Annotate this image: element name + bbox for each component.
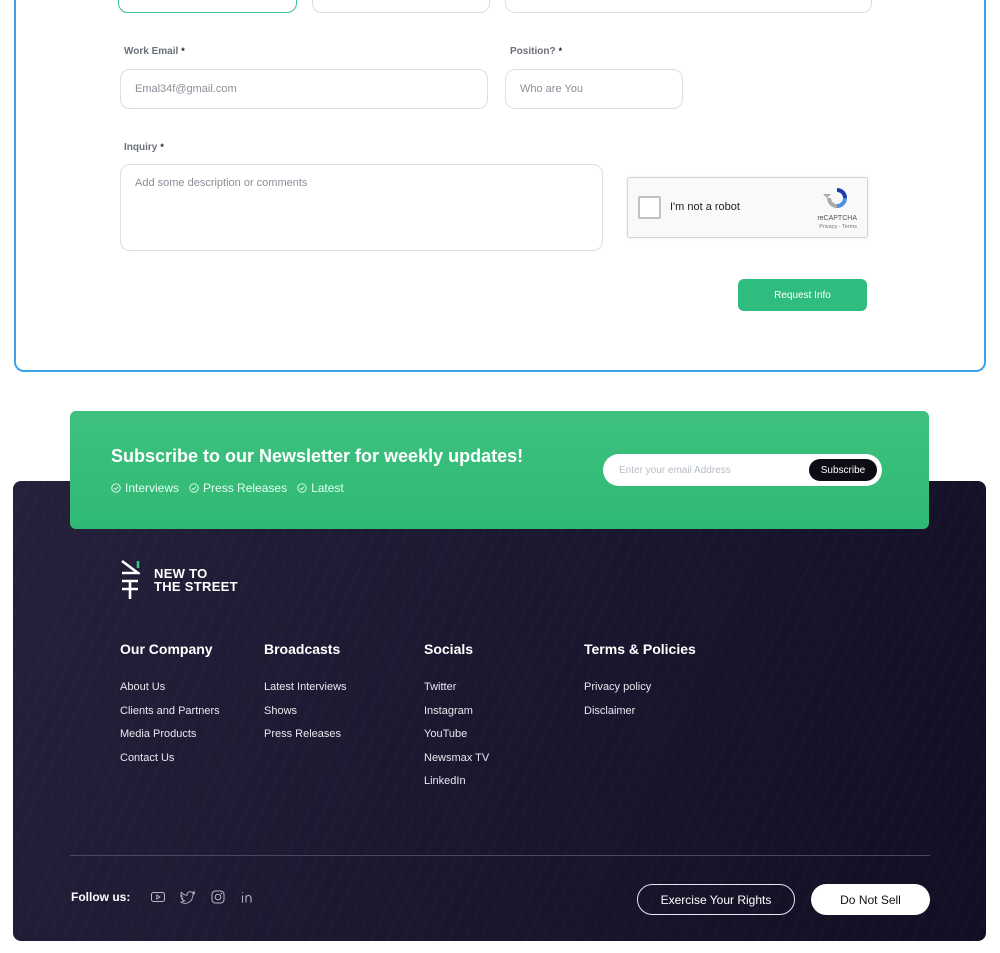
- recaptcha-links[interactable]: Privacy - Terms: [819, 224, 857, 230]
- inquiry-textarea[interactable]: [121, 165, 602, 250]
- check-circle-icon: [297, 483, 307, 493]
- footer-link[interactable]: Disclaimer: [584, 705, 696, 717]
- footer-column-title: Socials: [424, 641, 474, 657]
- footer-link[interactable]: YouTube: [424, 728, 489, 740]
- footer-link[interactable]: Contact Us: [120, 752, 220, 764]
- footer-divider: [70, 855, 930, 856]
- footer-link[interactable]: Clients and Partners: [120, 705, 220, 717]
- newsletter-form: Subscribe: [603, 454, 882, 486]
- last-name-field[interactable]: [312, 0, 490, 13]
- newsletter-email-input[interactable]: [619, 454, 799, 486]
- recaptcha-label: I'm not a robot: [670, 201, 740, 213]
- footer-column-title: Our Company: [120, 641, 213, 657]
- inquiry-label: Inquiry *: [124, 142, 164, 153]
- check-circle-icon: [189, 483, 199, 493]
- follow-us-label: Follow us:: [71, 890, 131, 904]
- check-circle-icon: [111, 483, 121, 493]
- footer-column-broadcasts: Broadcasts Latest Interviews Shows Press…: [264, 641, 347, 752]
- newsletter-banner: Subscribe to our Newsletter for weekly u…: [70, 411, 929, 529]
- linkedin-icon[interactable]: [240, 889, 256, 905]
- footer-link[interactable]: Newsmax TV: [424, 752, 489, 764]
- recaptcha-logo-icon: [823, 188, 847, 208]
- footer-link[interactable]: Latest Interviews: [264, 681, 347, 693]
- newsletter-title: Subscribe to our Newsletter for weekly u…: [111, 446, 524, 466]
- request-info-button[interactable]: Request Info: [738, 279, 867, 311]
- youtube-icon[interactable]: [150, 889, 166, 905]
- recaptcha-brand: reCAPTCHA: [817, 215, 857, 222]
- first-name-field[interactable]: [118, 0, 297, 13]
- company-field[interactable]: [505, 0, 872, 13]
- work-email-input[interactable]: [121, 70, 487, 108]
- newsletter-tag: Press Releases: [189, 481, 287, 495]
- footer-link[interactable]: Shows: [264, 705, 347, 717]
- position-field[interactable]: [505, 69, 683, 109]
- twitter-icon[interactable]: [180, 889, 196, 905]
- footer-link[interactable]: Press Releases: [264, 728, 347, 740]
- subscribe-button[interactable]: Subscribe: [809, 459, 877, 481]
- inquiry-field[interactable]: [120, 164, 603, 251]
- footer-link[interactable]: Instagram: [424, 705, 489, 717]
- footer-link[interactable]: About Us: [120, 681, 220, 693]
- footer-logo[interactable]: NEW TO THE STREET: [120, 559, 238, 601]
- recaptcha-widget: I'm not a robot reCAPTCHA Privacy - Term…: [627, 177, 868, 238]
- footer-link[interactable]: LinkedIn: [424, 775, 489, 787]
- work-email-label: Work Email *: [124, 46, 185, 57]
- footer-column-title: Broadcasts: [264, 641, 341, 657]
- footer-column-title: Terms & Policies: [584, 641, 696, 657]
- footer-column-socials: Socials Twitter Instagram YouTube Newsma…: [424, 641, 489, 799]
- work-email-field[interactable]: [120, 69, 488, 109]
- logo-text: NEW TO THE STREET: [154, 566, 238, 594]
- newsletter-tags: Interviews Press Releases Latest: [111, 481, 344, 495]
- instagram-icon[interactable]: [210, 889, 226, 905]
- exercise-rights-button[interactable]: Exercise Your Rights: [637, 884, 795, 915]
- footer-column-company: Our Company About Us Clients and Partner…: [120, 641, 220, 775]
- recaptcha-checkbox[interactable]: [638, 196, 661, 219]
- do-not-sell-button[interactable]: Do Not Sell: [811, 884, 930, 915]
- site-footer: NEW TO THE STREET Our Company About Us C…: [13, 481, 986, 941]
- footer-column-terms: Terms & Policies Privacy policy Disclaim…: [584, 641, 696, 728]
- logo-mark-icon: [121, 559, 140, 599]
- follow-us-bar: Follow us:: [71, 889, 256, 905]
- newsletter-tag: Latest: [297, 481, 344, 495]
- newsletter-tag: Interviews: [111, 481, 179, 495]
- footer-link[interactable]: Media Products: [120, 728, 220, 740]
- footer-link[interactable]: Privacy policy: [584, 681, 696, 693]
- position-input[interactable]: [506, 70, 682, 108]
- footer-link[interactable]: Twitter: [424, 681, 489, 693]
- position-label: Position? *: [510, 46, 563, 57]
